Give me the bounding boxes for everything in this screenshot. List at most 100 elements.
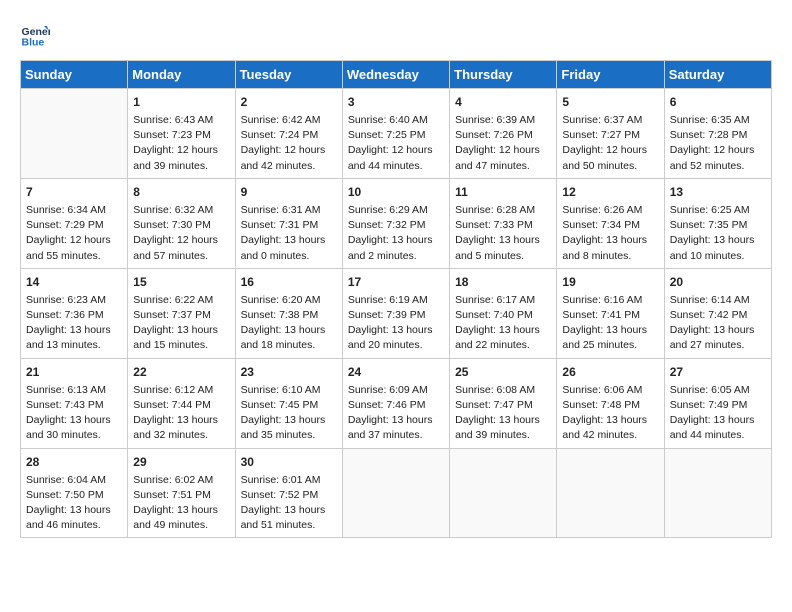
week-row: 1 Sunrise: 6:43 AMSunset: 7:23 PMDaylight… [21,89,772,179]
calendar-cell: 13 Sunrise: 6:25 AMSunset: 7:35 PMDayligh… [664,178,771,268]
day-detail: Sunrise: 6:42 AMSunset: 7:24 PMDaylight:… [241,113,337,174]
day-number: 24 [348,363,444,381]
calendar-cell: 29Sunrise: 6:02 AMSunset: 7:51 PMDayligh… [128,448,235,538]
calendar-cell [342,448,449,538]
calendar-cell: 6 Sunrise: 6:35 AMSunset: 7:28 PMDaylight… [664,89,771,179]
day-number: 9 [241,183,337,201]
day-number: 23 [241,363,337,381]
day-number: 14 [26,273,122,291]
day-detail: Sunrise: 6:05 AMSunset: 7:49 PMDaylight:… [670,383,766,444]
day-number: 11 [455,183,551,201]
calendar-cell: 15 Sunrise: 6:22 AMSunset: 7:37 PMDayligh… [128,268,235,358]
day-detail: Sunrise: 6:35 AMSunset: 7:28 PMDaylight:… [670,113,766,174]
day-detail: Sunrise: 6:06 AMSunset: 7:48 PMDaylight:… [562,383,658,444]
day-detail: Sunrise: 6:43 AMSunset: 7:23 PMDaylight:… [133,113,229,174]
calendar-cell: 22 Sunrise: 6:12 AMSunset: 7:44 PMDayligh… [128,358,235,448]
calendar-cell: 5 Sunrise: 6:37 AMSunset: 7:27 PMDaylight… [557,89,664,179]
calendar-cell: 23 Sunrise: 6:10 AMSunset: 7:45 PMDayligh… [235,358,342,448]
day-detail: Sunrise: 6:31 AMSunset: 7:31 PMDaylight:… [241,203,337,264]
day-detail: Sunrise: 6:02 AMSunset: 7:51 PMDaylight:… [133,473,229,534]
day-number: 15 [133,273,229,291]
calendar-cell: 10Sunrise: 6:29 AMSunset: 7:32 PMDayligh… [342,178,449,268]
calendar-cell: 1 Sunrise: 6:43 AMSunset: 7:23 PMDaylight… [128,89,235,179]
day-detail: Sunrise: 6:12 AMSunset: 7:44 PMDaylight:… [133,383,229,444]
day-detail: Sunrise: 6:17 AMSunset: 7:40 PMDaylight:… [455,293,551,354]
calendar-cell: 26 Sunrise: 6:06 AMSunset: 7:48 PMDayligh… [557,358,664,448]
calendar-cell: 19 Sunrise: 6:16 AMSunset: 7:41 PMDayligh… [557,268,664,358]
day-detail: Sunrise: 6:13 AMSunset: 7:43 PMDaylight:… [26,383,122,444]
calendar-cell: 4 Sunrise: 6:39 AMSunset: 7:26 PMDaylight… [450,89,557,179]
day-detail: Sunrise: 6:14 AMSunset: 7:42 PMDaylight:… [670,293,766,354]
calendar-cell: 24 Sunrise: 6:09 AMSunset: 7:46 PMDayligh… [342,358,449,448]
day-number: 28 [26,453,122,471]
day-number: 30 [241,453,337,471]
day-number: 27 [670,363,766,381]
calendar-cell [664,448,771,538]
calendar-cell: 11 Sunrise: 6:28 AMSunset: 7:33 PMDayligh… [450,178,557,268]
weekday-header: Wednesday [342,61,449,89]
calendar-cell: 14 Sunrise: 6:23 AMSunset: 7:36 PMDayligh… [21,268,128,358]
svg-text:Blue: Blue [22,37,45,49]
day-detail: Sunrise: 6:39 AMSunset: 7:26 PMDaylight:… [455,113,551,174]
day-detail: Sunrise: 6:28 AMSunset: 7:33 PMDaylight:… [455,203,551,264]
day-number: 6 [670,93,766,111]
day-detail: Sunrise: 6:22 AMSunset: 7:37 PMDaylight:… [133,293,229,354]
day-detail: Sunrise: 6:08 AMSunset: 7:47 PMDaylight:… [455,383,551,444]
day-detail: Sunrise: 6:40 AMSunset: 7:25 PMDaylight:… [348,113,444,174]
calendar-cell: 25 Sunrise: 6:08 AMSunset: 7:47 PMDayligh… [450,358,557,448]
weekday-header: Friday [557,61,664,89]
week-row: 28 Sunrise: 6:04 AMSunset: 7:50 PMDayligh… [21,448,772,538]
calendar-cell: 2 Sunrise: 6:42 AMSunset: 7:24 PMDaylight… [235,89,342,179]
day-number: 20 [670,273,766,291]
day-number: 5 [562,93,658,111]
calendar-cell: 27 Sunrise: 6:05 AMSunset: 7:49 PMDayligh… [664,358,771,448]
day-number: 2 [241,93,337,111]
calendar-cell: 20 Sunrise: 6:14 AMSunset: 7:42 PMDayligh… [664,268,771,358]
day-number: 25 [455,363,551,381]
day-detail: Sunrise: 6:23 AMSunset: 7:36 PMDaylight:… [26,293,122,354]
logo: General Blue [20,20,54,50]
day-detail: Sunrise: 6:37 AMSunset: 7:27 PMDaylight:… [562,113,658,174]
day-number: 19 [562,273,658,291]
day-detail: Sunrise: 6:04 AMSunset: 7:50 PMDaylight:… [26,473,122,534]
day-number: 10 [348,183,444,201]
day-number: 7 [26,183,122,201]
week-row: 14 Sunrise: 6:23 AMSunset: 7:36 PMDayligh… [21,268,772,358]
day-number: 17 [348,273,444,291]
day-detail: Sunrise: 6:16 AMSunset: 7:41 PMDaylight:… [562,293,658,354]
calendar-cell: 8Sunrise: 6:32 AMSunset: 7:30 PMDaylight… [128,178,235,268]
day-detail: Sunrise: 6:25 AMSunset: 7:35 PMDaylight:… [670,203,766,264]
day-number: 26 [562,363,658,381]
calendar-cell [450,448,557,538]
logo-icon: General Blue [20,20,50,50]
calendar-cell [557,448,664,538]
day-detail: Sunrise: 6:09 AMSunset: 7:46 PMDaylight:… [348,383,444,444]
day-number: 13 [670,183,766,201]
calendar-cell [21,89,128,179]
day-number: 22 [133,363,229,381]
day-detail: Sunrise: 6:10 AMSunset: 7:45 PMDaylight:… [241,383,337,444]
weekday-header: Saturday [664,61,771,89]
day-number: 1 [133,93,229,111]
day-detail: Sunrise: 6:20 AMSunset: 7:38 PMDaylight:… [241,293,337,354]
day-detail: Sunrise: 6:34 AMSunset: 7:29 PMDaylight:… [26,203,122,264]
day-detail: Sunrise: 6:01 AMSunset: 7:52 PMDaylight:… [241,473,337,534]
week-row: 21Sunrise: 6:13 AMSunset: 7:43 PMDayligh… [21,358,772,448]
calendar-cell: 17Sunrise: 6:19 AMSunset: 7:39 PMDayligh… [342,268,449,358]
calendar-cell: 12Sunrise: 6:26 AMSunset: 7:34 PMDayligh… [557,178,664,268]
calendar-table: SundayMondayTuesdayWednesdayThursdayFrid… [20,60,772,538]
page-header: General Blue [20,20,772,50]
header-row: SundayMondayTuesdayWednesdayThursdayFrid… [21,61,772,89]
day-number: 16 [241,273,337,291]
weekday-header: Sunday [21,61,128,89]
calendar-cell: 21Sunrise: 6:13 AMSunset: 7:43 PMDayligh… [21,358,128,448]
day-number: 18 [455,273,551,291]
weekday-header: Tuesday [235,61,342,89]
day-number: 12 [562,183,658,201]
day-number: 4 [455,93,551,111]
calendar-cell: 28 Sunrise: 6:04 AMSunset: 7:50 PMDayligh… [21,448,128,538]
calendar-cell: 16 Sunrise: 6:20 AMSunset: 7:38 PMDayligh… [235,268,342,358]
day-number: 8 [133,183,229,201]
weekday-header: Monday [128,61,235,89]
calendar-cell: 9 Sunrise: 6:31 AMSunset: 7:31 PMDaylight… [235,178,342,268]
